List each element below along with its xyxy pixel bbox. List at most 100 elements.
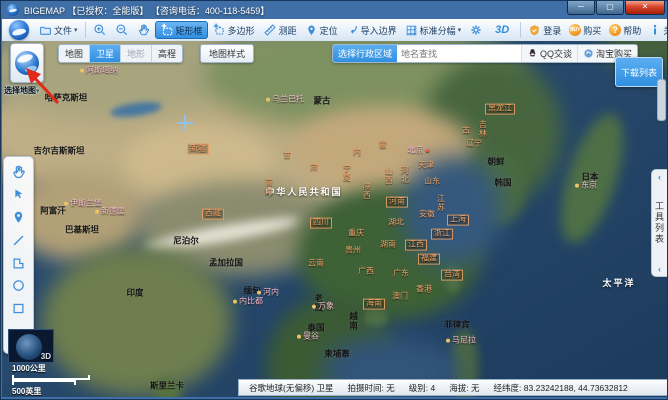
- map-label: 曼谷: [297, 333, 319, 342]
- view-3d-button[interactable]: 3D: [487, 22, 517, 38]
- rectangle-plus-icon: [160, 23, 174, 37]
- close-button[interactable]: ✕: [625, 1, 665, 15]
- map-label: 西藏: [202, 209, 224, 220]
- map-label: 山东: [424, 178, 440, 187]
- import-boundary-button[interactable]: 导入边界: [342, 22, 401, 39]
- title-bar: BIGEMAP 【已授权：全能版】 【咨询电话：400-118-5459】 ─ …: [1, 1, 668, 19]
- map-label: 青海: [264, 178, 273, 196]
- marker-tool-button[interactable]: [9, 210, 29, 226]
- city-dot-icon: [257, 290, 261, 294]
- map-label: 台湾: [441, 270, 463, 281]
- tools-list-tab[interactable]: ‹ 工具列表 ‹: [651, 169, 667, 277]
- status-bar: 谷歌地球(无偏移) 卫星 拍摄时间: 无 级别: 4 海拔: 无 经纬度: 83…: [238, 379, 668, 396]
- qq-penguin-icon: [527, 48, 538, 59]
- map-label: 北京★: [407, 147, 430, 156]
- map-label: 阿富汗: [40, 206, 66, 215]
- map-label: 安徽: [419, 211, 435, 220]
- map-label: 尼泊尔: [173, 236, 199, 245]
- download-list-button[interactable]: 下载列表: [615, 57, 663, 87]
- map-label: 蒙古: [313, 96, 330, 105]
- qq-chat-button[interactable]: QQ交谈: [521, 45, 577, 62]
- map-label: 天津: [418, 162, 434, 171]
- capital-star-icon: ★: [424, 148, 430, 155]
- pan-button[interactable]: [133, 21, 155, 39]
- map-label: 吉尔吉斯斯坦: [33, 146, 84, 155]
- map-style-button[interactable]: 地图样式: [200, 44, 254, 63]
- measure-distance-button[interactable]: 测距: [259, 21, 301, 39]
- about-button[interactable]: 关于: [645, 22, 668, 39]
- tab-satellite[interactable]: 卫星: [90, 45, 121, 62]
- map-label: 宁夏: [342, 164, 351, 182]
- select-map-label[interactable]: 选择地图▾: [4, 85, 40, 96]
- zoom-out-button[interactable]: [111, 21, 133, 39]
- standard-sheet-button[interactable]: 标准分幅▾: [401, 22, 466, 39]
- map-label: 朝鲜: [487, 157, 504, 166]
- maximize-button[interactable]: ▢: [596, 1, 624, 15]
- map-label: 甘: [283, 152, 291, 161]
- admin-region-button[interactable]: 选择行政区域: [333, 45, 397, 62]
- tab-terrain[interactable]: 地形: [121, 45, 152, 62]
- zoom-in-icon: [93, 23, 107, 37]
- map-label: 新疆: [187, 144, 209, 155]
- city-dot-icon: [312, 304, 316, 308]
- map-label: 黑龙江: [485, 104, 515, 115]
- scale-mi-label: 500英里: [12, 386, 90, 397]
- map-label: 斯里兰卡: [150, 381, 184, 390]
- login-button[interactable]: 登录: [524, 22, 565, 39]
- buy-icon: BUY: [569, 24, 581, 36]
- grid-icon: [405, 24, 418, 37]
- buy-button[interactable]: BUY 购买: [565, 22, 605, 39]
- circle-tool-button[interactable]: [9, 278, 29, 294]
- map-label: 东京: [575, 182, 597, 191]
- map-label: 吉林: [478, 120, 487, 138]
- polygon-tool-button[interactable]: [9, 255, 29, 271]
- locate-button[interactable]: 定位: [301, 22, 342, 39]
- line-tool-button[interactable]: [9, 232, 29, 248]
- scale-km-label: 1000公里: [12, 363, 90, 374]
- file-menu[interactable]: 文件▾: [35, 22, 82, 39]
- google-earth-icon: [15, 51, 39, 75]
- divider: [520, 22, 521, 38]
- search-input[interactable]: [397, 45, 521, 62]
- minimize-button[interactable]: ─: [567, 1, 595, 15]
- chevron-left-icon: ‹: [658, 173, 661, 181]
- pan-tool-button[interactable]: [9, 164, 29, 180]
- zoom-in-button[interactable]: [89, 21, 111, 39]
- map-label: 重庆: [348, 230, 364, 239]
- city-dot-icon: [266, 97, 270, 101]
- polygon-select-button[interactable]: 多边形: [208, 21, 259, 39]
- map-label: 内比都: [233, 298, 263, 307]
- tab-map[interactable]: 地图: [59, 45, 90, 62]
- window-title: BIGEMAP 【已授权：全能版】 【咨询电话：400-118-5459】: [24, 4, 269, 17]
- map-label: 伊斯兰堡: [64, 200, 102, 209]
- map-label: 乌兰巴托: [266, 96, 304, 105]
- layer-tabs: 地图 卫星 地形 高程: [58, 44, 183, 63]
- help-button[interactable]: ? 帮助: [605, 22, 645, 39]
- folder-icon: [39, 24, 52, 37]
- map-label: 香港: [416, 286, 432, 295]
- map-label: 上海: [447, 215, 469, 226]
- vertical-scrollbar-thumb[interactable]: [657, 79, 666, 121]
- rectangle-select-button[interactable]: 矩形框: [155, 21, 208, 39]
- settings-button[interactable]: [465, 21, 487, 39]
- city-dot-icon: [95, 209, 99, 213]
- map-label: 哈萨克斯坦: [45, 93, 88, 102]
- map-label: 阿斯塔纳: [80, 67, 118, 76]
- minimap-3d[interactable]: 3D: [8, 329, 54, 363]
- select-tool-button[interactable]: [9, 187, 29, 203]
- tab-elevation[interactable]: 高程: [152, 45, 182, 62]
- city-dot-icon: [575, 183, 579, 187]
- map-label: 柬埔寨: [324, 349, 350, 358]
- app-window: BIGEMAP 【已授权：全能版】 【咨询电话：400-118-5459】 ─ …: [0, 0, 668, 400]
- map-label: 山西: [384, 167, 393, 185]
- map-label: 韩国: [494, 178, 511, 187]
- city-dot-icon: [64, 201, 68, 205]
- map-source-button[interactable]: [10, 43, 44, 83]
- map-label: 广西: [358, 268, 374, 277]
- globe-3d-icon: [16, 334, 42, 360]
- rectangle-tool-button[interactable]: [9, 301, 29, 317]
- status-altitude: 海拔: 无: [449, 382, 479, 394]
- map-canvas[interactable]: 哈萨克斯坦吉尔吉斯斯坦蒙古阿富汗巴基斯坦尼泊尔孟加拉国印度缅甸泰国老挝越南柬埔寨…: [2, 41, 668, 397]
- city-dot-icon: [297, 334, 301, 338]
- map-label: 福建: [418, 254, 440, 265]
